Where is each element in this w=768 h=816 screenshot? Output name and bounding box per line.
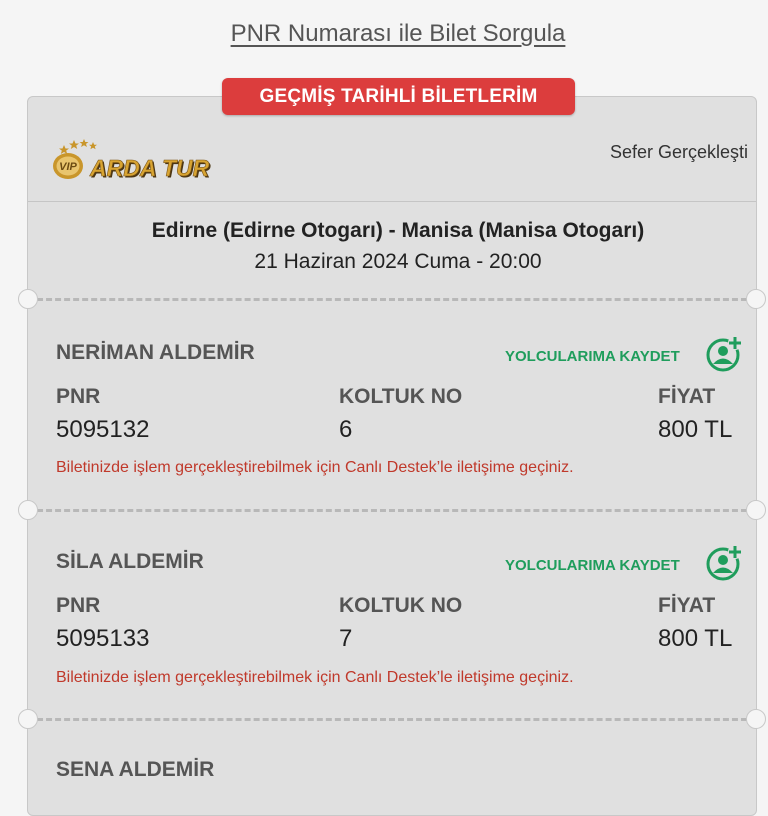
- passenger-name: NERİMAN ALDEMİR: [56, 341, 255, 364]
- ticket-notch-right: [746, 709, 766, 729]
- price-value: 800 TL: [658, 416, 733, 443]
- support-notice: Biletinizde işlem gerçekleştirebilmek iç…: [56, 669, 574, 686]
- perforation-divider: [28, 718, 756, 721]
- ticket-notch-left: [18, 289, 38, 309]
- ticket-notch-left: [18, 709, 38, 729]
- header-divider: [28, 201, 756, 202]
- pnr-query-link[interactable]: PNR Numarası ile Bilet Sorgula: [0, 20, 768, 48]
- past-tickets-button[interactable]: GEÇMİŞ TARİHLİ BİLETLERİM: [222, 78, 575, 115]
- star-icon: [89, 142, 97, 150]
- save-passenger-button[interactable]: YOLCULARIMA KAYDET: [505, 348, 680, 365]
- ticket-notch-left: [18, 500, 38, 520]
- save-passenger-button[interactable]: YOLCULARIMA KAYDET: [505, 557, 680, 574]
- pnr-label: PNR: [56, 385, 101, 408]
- perforation-divider: [28, 298, 756, 301]
- pnr-value: 5095132: [56, 416, 150, 443]
- arda-tur-logo: VIP ARDA TUR ARDA TUR: [53, 139, 211, 183]
- svg-text:ARDA TUR: ARDA TUR: [89, 155, 210, 181]
- passenger-name: SİLA ALDEMİR: [56, 550, 204, 573]
- seat-label: KOLTUK NO: [339, 594, 463, 617]
- seat-value: 7: [339, 625, 353, 652]
- trip-route: Edirne (Edirne Otogarı) - Manisa (Manisa…: [151, 219, 645, 242]
- ticket-card: [27, 96, 757, 816]
- add-user-icon[interactable]: [706, 336, 742, 372]
- support-notice: Biletinizde işlem gerçekleştirebilmek iç…: [56, 459, 574, 476]
- pnr-label: PNR: [56, 594, 101, 617]
- seat-value: 6: [339, 416, 353, 443]
- star-icon: [59, 145, 69, 154]
- star-icon: [69, 140, 79, 149]
- ticket-notch-right: [746, 289, 766, 309]
- ticket-notch-right: [746, 500, 766, 520]
- pnr-value: 5095133: [56, 625, 150, 652]
- price-label: FİYAT: [658, 385, 716, 408]
- price-value: 800 TL: [658, 625, 733, 652]
- svg-text:VIP: VIP: [59, 161, 77, 173]
- seat-label: KOLTUK NO: [339, 385, 463, 408]
- trip-status: Sefer Gerçekleşti: [609, 142, 748, 162]
- add-user-icon[interactable]: [706, 545, 742, 581]
- trip-date: 21 Haziran 2024 Cuma - 20:00: [254, 250, 542, 273]
- star-icon: [79, 139, 89, 147]
- passenger-name: SENA ALDEMİR: [56, 758, 215, 781]
- perforation-divider: [28, 509, 756, 512]
- price-label: FİYAT: [658, 594, 716, 617]
